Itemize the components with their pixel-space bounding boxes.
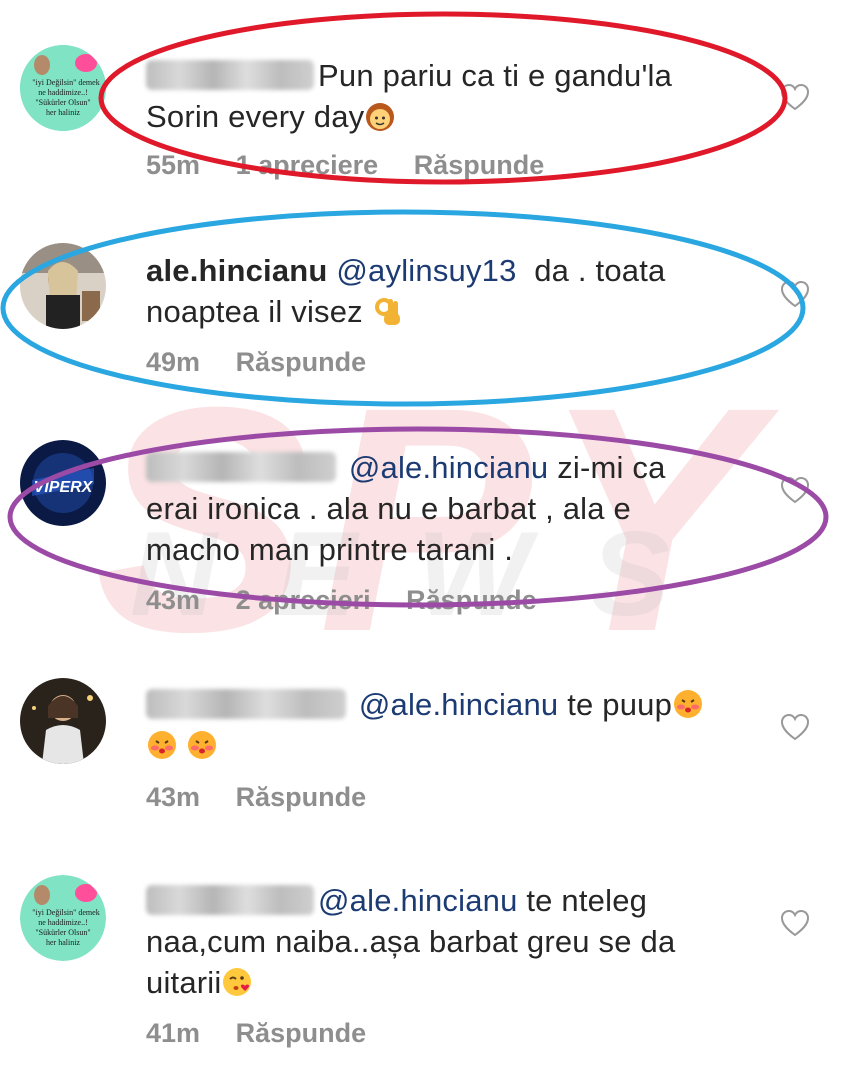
comment-text: @ale.hincianu te puup [146, 684, 756, 766]
svg-text:"Sükürler Olsun": "Sükürler Olsun" [35, 928, 90, 937]
mention-link[interactable]: @ale.hincianu [318, 883, 518, 918]
comment-meta: 55m 1 apreciere Răspunde [146, 150, 572, 181]
reply-button[interactable]: Răspunde [236, 347, 367, 377]
avatar[interactable]: VIPERX [20, 440, 106, 526]
svg-text:ne haddimize..!: ne haddimize..! [38, 88, 88, 97]
blurred-username [146, 689, 346, 719]
svg-text:"iyi Değilsin" demek: "iyi Değilsin" demek [32, 908, 99, 917]
svg-text:VIPERX: VIPERX [34, 479, 94, 496]
reply-button[interactable]: Răspunde [414, 150, 545, 180]
kissing-face-icon [146, 729, 178, 761]
avatar[interactable]: "iyi Değilsin" demek ne haddimize..! "Sü… [20, 875, 106, 961]
likes-count[interactable]: 1 apreciere [236, 150, 379, 180]
mention-link[interactable]: @ale.hincianu [349, 450, 549, 485]
heart-icon[interactable] [780, 909, 810, 937]
heart-icon[interactable] [780, 713, 810, 741]
reply-button[interactable]: Răspunde [236, 782, 367, 812]
woman-face-icon [364, 100, 396, 132]
svg-text:her haliniz: her haliniz [46, 108, 80, 117]
comment-meta: 41m Răspunde [146, 1018, 394, 1049]
mention-link[interactable]: @ale.hincianu [359, 687, 559, 722]
comment-text: Pun pariu ca ti e gandu'la Sorin every d… [146, 58, 673, 134]
mention-link[interactable]: @aylinsuy13 [336, 253, 516, 288]
avatar[interactable] [20, 243, 106, 329]
comment-text: @ale.hincianu zi-mi ca erai ironica . al… [146, 450, 666, 567]
comment-text: @ale.hincianu te nteleg naa,cum naiba..a… [146, 883, 676, 1000]
likes-count[interactable]: 2 aprecieri [236, 585, 371, 615]
timestamp: 49m [146, 347, 201, 377]
comment-username[interactable]: ale.hincianu [146, 253, 328, 288]
reply-button[interactable]: Răspunde [406, 585, 537, 615]
comment-meta: 43m Răspunde [146, 782, 394, 813]
comment-meta: 43m 2 aprecieri Răspunde [146, 585, 565, 616]
comment-text: ale.hincianu @aylinsuy13 da . toata noap… [146, 253, 666, 329]
svg-text:"Sükürler Olsun": "Sükürler Olsun" [35, 98, 90, 107]
blurred-username [146, 452, 336, 482]
timestamp: 41m [146, 1018, 201, 1048]
comment-meta: 49m Răspunde [146, 347, 394, 378]
kissing-heart-face-icon [221, 966, 253, 998]
kissing-face-icon [672, 688, 704, 720]
avatar[interactable]: "iyi Değilsin" demek ne haddimize..! "Sü… [20, 45, 106, 131]
reply-button[interactable]: Răspunde [236, 1018, 367, 1048]
ok-hand-icon [372, 295, 404, 327]
timestamp: 43m [146, 782, 201, 812]
avatar[interactable] [20, 678, 106, 764]
heart-icon[interactable] [780, 83, 810, 111]
svg-text:her haliniz: her haliniz [46, 938, 80, 947]
timestamp: 43m [146, 585, 201, 615]
timestamp: 55m [146, 150, 201, 180]
blurred-username [146, 885, 314, 915]
svg-text:ne haddimize..!: ne haddimize..! [38, 918, 88, 927]
heart-icon[interactable] [780, 476, 810, 504]
heart-icon[interactable] [780, 280, 810, 308]
kissing-face-icon [186, 729, 218, 761]
blurred-username [146, 60, 314, 90]
svg-text:"iyi Değilsin" demek: "iyi Değilsin" demek [32, 78, 99, 87]
